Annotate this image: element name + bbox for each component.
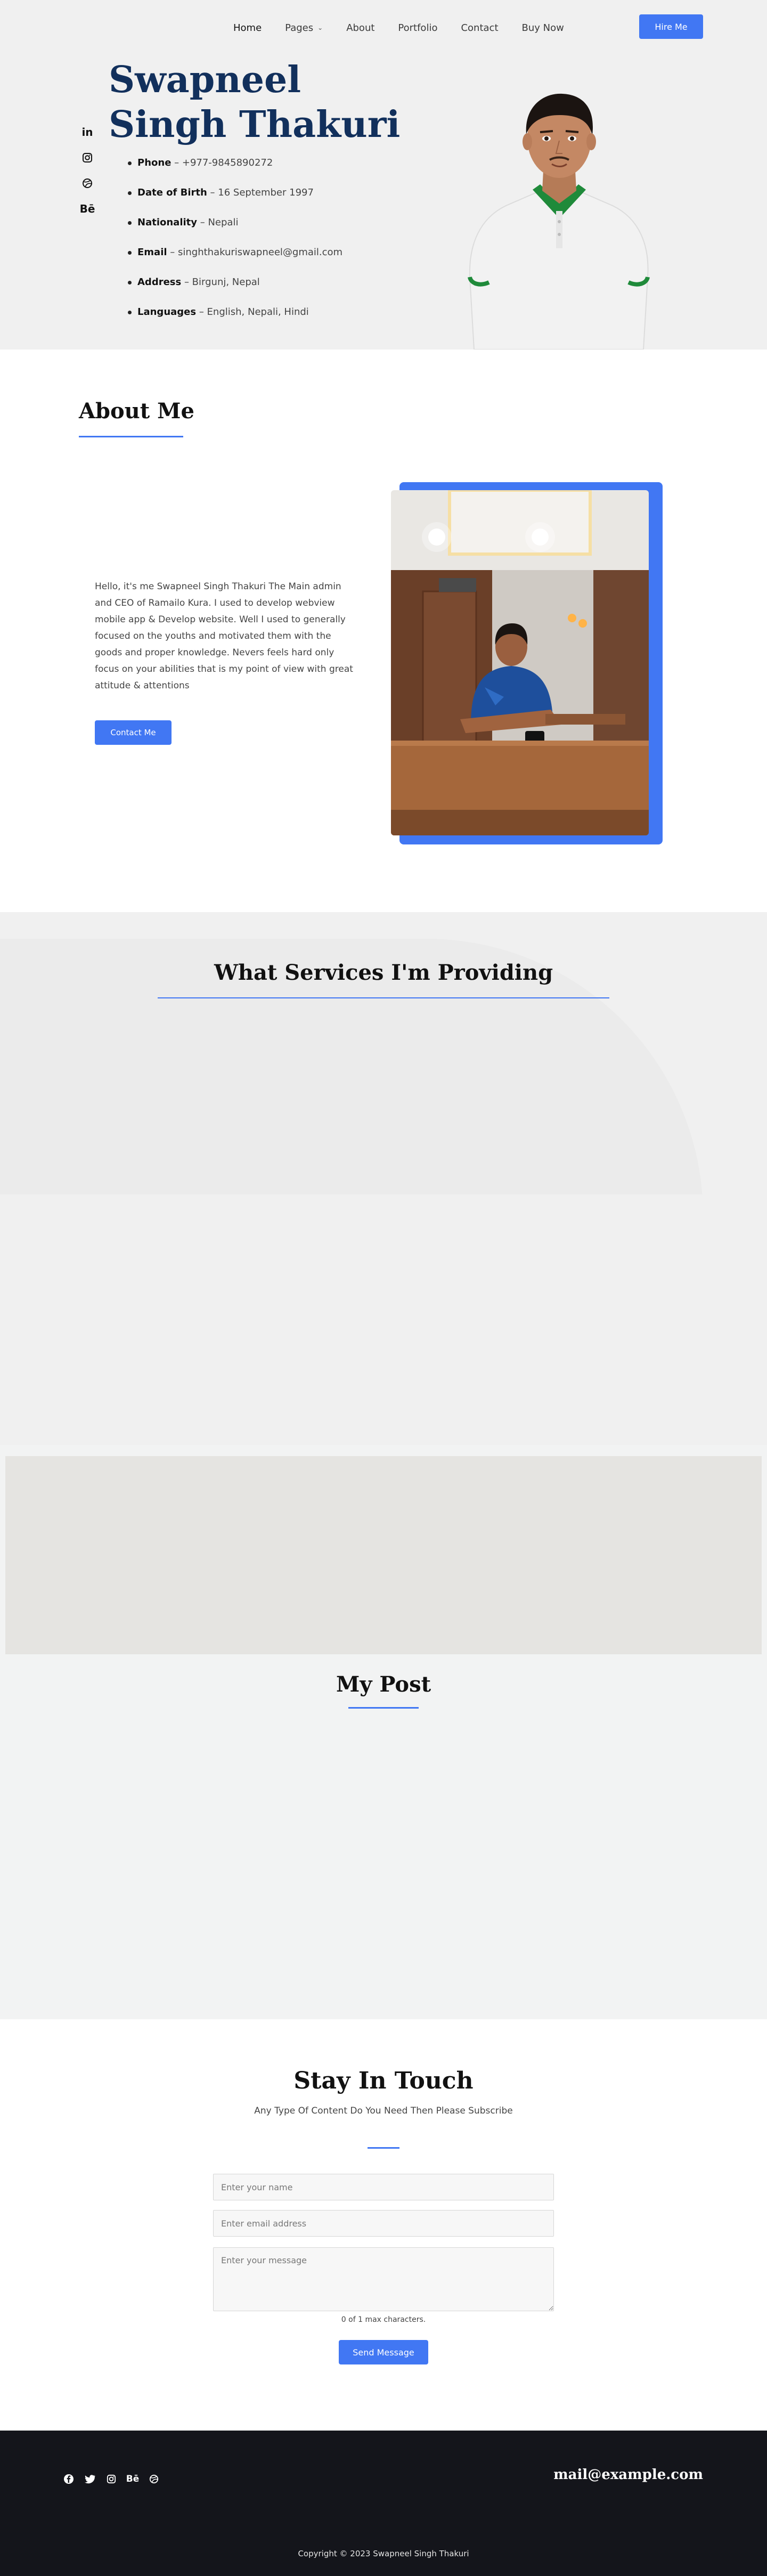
services-underline [158,997,609,998]
about-description: Hello, it's me Swapneel Singh Thakuri Th… [95,581,353,691]
contact-title: Stay In Touch [293,2067,474,2094]
detail-dob: Date of Birth – 16 September 1997 [128,185,342,215]
detail-languages: Languages – English, Nepali, Hindi [128,305,342,335]
detail-address: Address – Birgunj, Nepal [128,275,342,305]
copyright-text: Copyright © 2023 Swapneel Singh Thakuri [298,2549,469,2558]
linkedin-icon[interactable]: in [80,125,95,140]
about-photo [391,490,649,835]
dribbble-icon[interactable] [80,176,95,191]
nav-contact-label: Contact [461,22,499,34]
contact-underline [368,2147,399,2149]
send-message-button[interactable]: Send Message [339,2340,428,2364]
services-section [0,912,767,1445]
dribbble-icon[interactable] [148,2473,160,2485]
services-title: What Services I'm Providing [214,960,553,985]
hero-name: Swapneel Singh Thakuri [109,59,401,146]
hire-me-button[interactable]: Hire Me [639,14,703,39]
nav-pages-label: Pages [285,22,314,34]
nav-buy-now[interactable]: Buy Now [522,22,564,34]
posts-title: My Post [336,1672,431,1697]
nav-buy-now-label: Buy Now [521,22,564,34]
nav-home[interactable]: Home [233,22,262,34]
behance-icon[interactable]: Bē [126,2473,140,2485]
message-textarea[interactable] [213,2247,554,2311]
personal-details: Phone – +977-9845890272 Date of Birth – … [128,156,342,335]
about-title: About Me [79,399,194,424]
character-counter: 0 of 1 max characters. [341,2315,426,2324]
nav-pages[interactable]: Pages ⌄ [285,22,323,34]
posts-underline [348,1707,419,1709]
chevron-down-icon: ⌄ [317,24,323,31]
contact-subtitle: Any Type Of Content Do You Need Then Ple… [254,2106,513,2116]
instagram-icon[interactable] [105,2473,117,2485]
main-nav: Home Pages ⌄ About Portfolio Contact Buy … [233,20,588,36]
nav-portfolio-label: Portfolio [398,22,438,34]
instagram-icon[interactable] [80,150,95,165]
hero-social-links: in Bē [80,125,95,216]
detail-phone: Phone – +977-9845890272 [128,156,342,185]
nav-about[interactable]: About [346,22,374,34]
footer-email[interactable]: mail@example.com [553,2467,703,2483]
detail-nationality: Nationality – Nepali [128,215,342,245]
facebook-icon[interactable] [63,2473,75,2485]
nav-contact[interactable]: Contact [461,22,498,34]
email-input[interactable] [213,2210,554,2237]
about-underline [79,436,183,437]
name-input[interactable] [213,2174,554,2200]
twitter-icon[interactable] [84,2473,96,2485]
detail-email: Email – singhthakuriswapneel@gmail.com [128,245,342,275]
nav-about-label: About [346,22,375,34]
posts-banner-panel [5,1456,762,1654]
hero-portrait [458,85,660,350]
contact-me-button[interactable]: Contact Me [95,720,172,745]
footer-social-links: Bē [63,2473,160,2485]
behance-icon[interactable]: Bē [80,201,95,216]
nav-portfolio[interactable]: Portfolio [398,22,437,34]
nav-home-label: Home [233,22,262,34]
